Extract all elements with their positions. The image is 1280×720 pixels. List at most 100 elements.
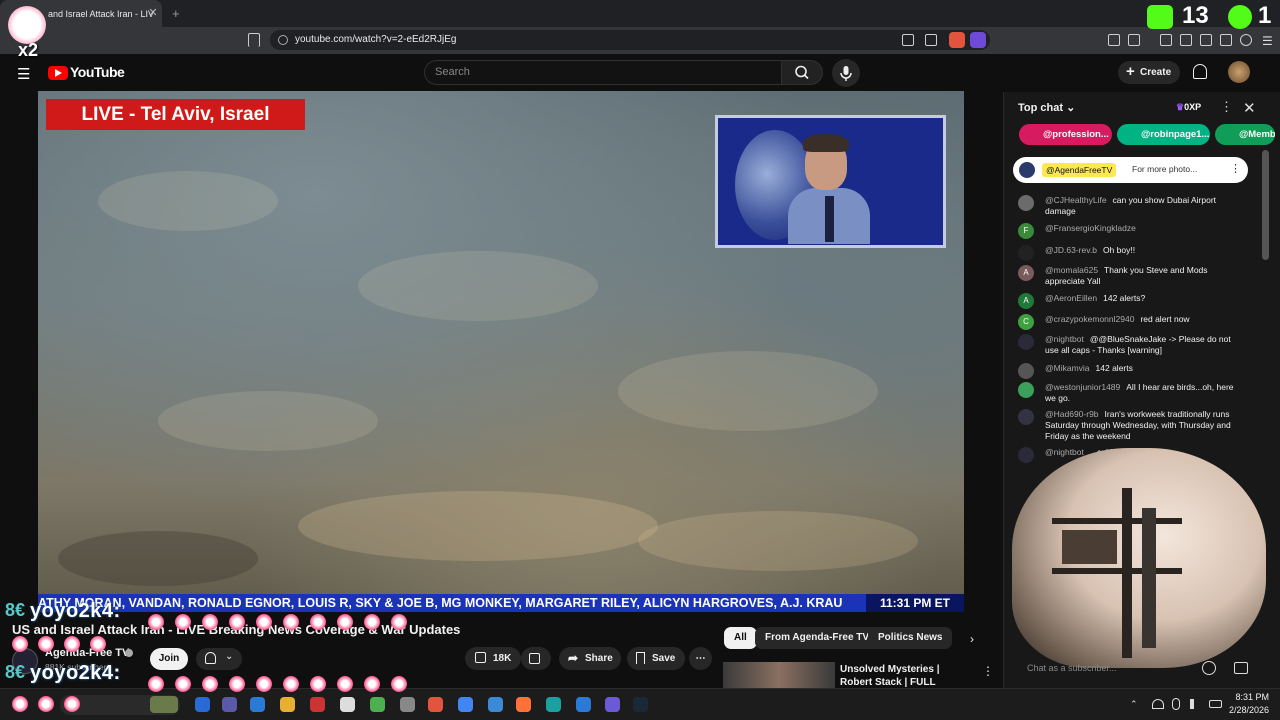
site-info-icon[interactable] (278, 35, 288, 45)
emoji-icon[interactable] (1202, 661, 1216, 675)
chat-avatar[interactable] (1018, 245, 1034, 261)
account-avatar[interactable] (1228, 61, 1250, 83)
chat-username[interactable]: @momala625 (1045, 265, 1098, 275)
chat-message[interactable]: C @crazypokemonnl2940 red alert now (1018, 314, 1243, 330)
more-vertical-icon[interactable]: ⋮ (1230, 162, 1241, 175)
super-chat-ticker-2[interactable]: @robinpage1... (1117, 124, 1210, 145)
hamburger-icon[interactable]: ☰ (17, 65, 30, 83)
more-actions-button[interactable]: ⋯ (689, 647, 712, 670)
chat-username[interactable]: @FransergioKingkladze (1045, 223, 1136, 233)
url-text[interactable]: youtube.com/watch?v=2-eEd2RJjEg (295, 34, 456, 45)
taskbar-app-icon[interactable] (516, 697, 531, 712)
mic-tray-icon[interactable] (1172, 698, 1180, 710)
tab-search-icon[interactable] (1200, 34, 1212, 46)
music-icon[interactable] (1160, 34, 1172, 46)
super-chat-ticker-3[interactable]: @Membe (1215, 124, 1275, 145)
taskbar-app-icon[interactable] (488, 697, 503, 712)
chat-avatar[interactable] (1018, 363, 1034, 379)
chat-avatar[interactable] (1018, 195, 1034, 211)
sidebar-icon[interactable] (1180, 34, 1192, 46)
chat-username[interactable]: @nightbot (1045, 334, 1084, 344)
taskbar-app-icon[interactable] (458, 697, 473, 712)
chat-username[interactable]: @nightbot (1045, 447, 1084, 457)
like-button[interactable]: 18K (465, 647, 521, 670)
more-vertical-icon[interactable]: ⋮ (982, 664, 994, 678)
super-chat-icon[interactable] (1234, 662, 1248, 674)
chat-username[interactable]: @crazypokemonnl2940 (1045, 314, 1134, 324)
youtube-logo-text[interactable]: YouTube (70, 64, 125, 80)
taskbar-app-icon[interactable] (280, 697, 295, 712)
search-button[interactable] (781, 60, 823, 85)
bookmark-icon[interactable] (248, 33, 260, 47)
extensions-icon[interactable] (1108, 34, 1120, 46)
chat-avatar[interactable] (1018, 409, 1034, 425)
taskbar-app-icon[interactable] (400, 697, 415, 712)
chat-avatar[interactable]: F (1018, 223, 1034, 239)
chat-avatar[interactable]: A (1018, 265, 1034, 281)
menu-icon[interactable]: ☰ (1262, 34, 1273, 48)
chat-xp-badge[interactable]: ♛0XP (1176, 102, 1201, 113)
tab-close-icon[interactable]: ✕ (146, 6, 160, 20)
chat-message[interactable]: @nightbot @@BlueSnakeJake -> Please do no… (1018, 334, 1243, 356)
chat-username[interactable]: @AeronEillen (1045, 293, 1097, 303)
chat-username[interactable]: @Had690-r9b (1045, 409, 1099, 419)
taskbar-app-icon[interactable] (195, 697, 210, 712)
chat-message[interactable]: @JD.63-rev.b Oh boy!! (1018, 245, 1243, 261)
chat-avatar[interactable] (1018, 447, 1034, 463)
search-highlight-icon[interactable] (150, 696, 178, 713)
taskbar-app-icon[interactable] (340, 697, 355, 712)
chat-message[interactable]: @CJHealthyLife can you show Dubai Airport… (1018, 195, 1243, 217)
chip-politics-news[interactable]: Politics News (868, 627, 953, 649)
channel-name[interactable]: Agenda-Free TV (45, 647, 129, 659)
taskbar-app-icon[interactable] (310, 697, 325, 712)
chat-message[interactable]: @Had690-r9b Iran's workweek traditionally… (1018, 409, 1243, 442)
chat-message[interactable]: @Mikamvia 142 alerts (1018, 363, 1243, 379)
taskbar-app-icon[interactable] (250, 697, 265, 712)
chat-avatar[interactable]: C (1018, 314, 1034, 330)
chat-message[interactable]: A @AeronEillen 142 alerts? (1018, 293, 1243, 309)
chat-scrollbar[interactable] (1262, 150, 1269, 260)
wallet-icon[interactable] (1128, 34, 1140, 46)
dislike-button[interactable] (521, 647, 551, 670)
chat-mode-selector[interactable]: Top chat ⌄ (1018, 101, 1075, 114)
notifications-bell-icon[interactable] (1193, 64, 1207, 79)
brave-shields-icon[interactable] (949, 32, 965, 48)
chevron-right-icon[interactable]: › (970, 632, 974, 646)
taskbar-app-icon[interactable] (370, 697, 385, 712)
save-button[interactable]: Save (627, 647, 685, 670)
chat-username[interactable]: @westonjunior1489 (1045, 382, 1120, 392)
chevron-up-icon[interactable]: ⌃ (1130, 699, 1138, 710)
share-page-icon[interactable] (925, 34, 937, 46)
taskbar-app-icon[interactable] (546, 697, 561, 712)
share-button[interactable]: ➦ Share (559, 647, 621, 670)
chat-avatar[interactable]: A (1018, 293, 1034, 309)
clock-date[interactable]: 2/28/2026 (1221, 705, 1269, 715)
taskbar-app-icon[interactable] (605, 697, 620, 712)
close-icon[interactable]: ✕ (1243, 99, 1256, 117)
super-chat-ticker-1[interactable]: @profession... (1019, 124, 1112, 145)
clock-time[interactable]: 8:31 PM (1225, 692, 1269, 702)
chat-message[interactable]: @westonjunior1489 All I hear are birds...… (1018, 382, 1243, 404)
cast-icon[interactable] (902, 34, 914, 46)
join-button[interactable]: Join (150, 648, 188, 670)
chat-username[interactable]: @CJHealthyLife (1045, 195, 1107, 205)
chat-avatar[interactable] (1018, 334, 1034, 350)
create-button[interactable]: + Create (1118, 61, 1180, 84)
rewards-icon[interactable] (970, 32, 986, 48)
new-tab-icon[interactable]: + (172, 6, 180, 21)
chat-username[interactable]: @Mikamvia (1045, 363, 1090, 373)
wifi-icon[interactable] (1152, 699, 1164, 709)
taskbar-app-icon[interactable] (633, 697, 648, 712)
search-input[interactable]: Search (424, 60, 781, 85)
chip-from-channel[interactable]: From Agenda-Free TV (755, 627, 880, 649)
more-vertical-icon[interactable]: ⋮ (1220, 99, 1233, 115)
taskbar-app-icon[interactable] (222, 697, 237, 712)
chat-message[interactable]: F @FransergioKingkladze (1018, 223, 1243, 239)
vpn-icon[interactable] (1240, 34, 1252, 46)
ai-icon[interactable] (1220, 34, 1232, 46)
voice-search-button[interactable] (832, 59, 860, 87)
chip-all[interactable]: All (724, 627, 757, 649)
taskbar-app-icon[interactable] (428, 697, 443, 712)
volume-icon[interactable] (1190, 699, 1202, 709)
chat-username[interactable]: @JD.63-rev.b (1045, 245, 1097, 255)
